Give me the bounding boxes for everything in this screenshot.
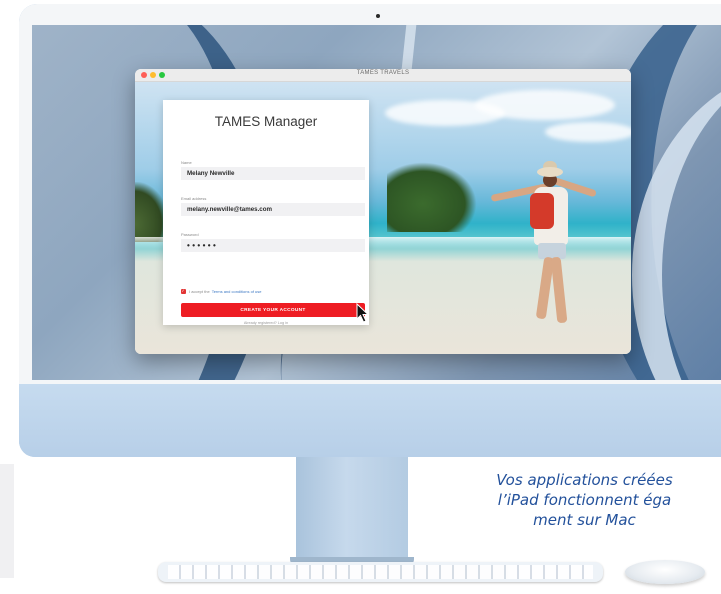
name-label: Name — [181, 160, 192, 165]
caption: Vos applications créées l’iPad fonctionn… — [448, 470, 721, 530]
imac-chin — [19, 384, 721, 457]
camera-icon — [376, 14, 380, 18]
cloud — [545, 122, 631, 142]
email-label: Email address — [181, 196, 207, 201]
app-window[interactable]: TAMES TRAVELS TAMES Manager Name Melany … — [135, 69, 631, 354]
signup-card: TAMES Manager Name Email address Passwor… — [163, 100, 370, 325]
checkbox-checked-icon[interactable] — [181, 288, 186, 294]
traveler-figure — [490, 161, 597, 347]
side-panel — [0, 464, 14, 578]
terms-prefix: I accept the — [189, 289, 210, 294]
terms-row: I accept the Terms and conditions of use — [181, 288, 262, 294]
window-title: TAMES TRAVELS — [356, 70, 410, 76]
cloud — [475, 90, 615, 120]
signup-heading: TAMES Manager — [214, 114, 318, 129]
magic-mouse — [625, 560, 705, 584]
create-account-button[interactable]: CREATE YOUR ACCOUNT — [181, 303, 365, 317]
password-field[interactable]: •••••• — [181, 239, 365, 252]
backpack — [530, 193, 554, 229]
caption-line: ment sur Mac — [533, 511, 636, 529]
imac-computer: TAMES TRAVELS TAMES Manager Name Melany … — [19, 4, 721, 457]
email-field[interactable] — [181, 203, 365, 216]
caption-line: l’iPad fonctionnent éga — [497, 491, 672, 509]
desktop-screen: TAMES TRAVELS TAMES Manager Name Melany … — [32, 25, 721, 380]
terms-link[interactable]: Terms and conditions of use — [212, 289, 262, 294]
keyboard — [158, 562, 603, 582]
login-link[interactable]: Already registered? Log in — [163, 321, 369, 325]
figure-shorts — [538, 243, 566, 259]
password-label: Password — [181, 232, 199, 237]
keyboard-keys — [168, 565, 593, 579]
mouse-pointer-icon — [356, 303, 370, 323]
hat-brim — [537, 167, 563, 177]
beach-photo: TAMES Manager Name Email address Passwor… — [135, 82, 631, 354]
figure-leg — [550, 256, 568, 324]
name-field[interactable] — [181, 167, 365, 180]
caption-line: Vos applications créées — [496, 471, 673, 489]
imac-stand — [296, 457, 408, 567]
window-titlebar[interactable]: TAMES TRAVELS — [135, 69, 631, 82]
island — [387, 162, 477, 232]
